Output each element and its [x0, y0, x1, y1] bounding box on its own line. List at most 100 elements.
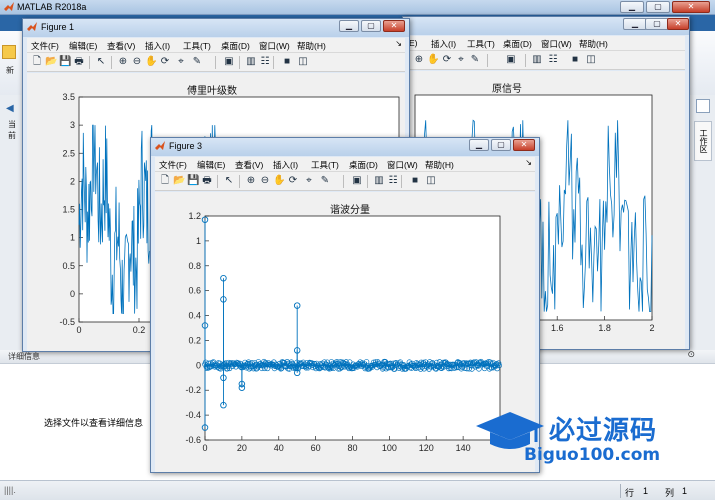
fig3-menu-item[interactable]: 桌面(D) — [349, 159, 378, 171]
fig2-close-button[interactable]: ✕ — [667, 18, 689, 30]
link-icon[interactable]: ▣ — [351, 175, 363, 187]
figure-3-titlebar[interactable]: Figure 3 ▁ ▢ ✕ — [151, 138, 539, 156]
fig3-menu-item[interactable]: 编辑(E) — [197, 159, 225, 171]
workspace-tab[interactable]: 工作区 — [694, 121, 712, 161]
data-cursor-icon[interactable]: ⌖ — [303, 175, 315, 187]
zoom-in-icon[interactable]: ⊕ — [413, 54, 425, 66]
fig1-menu-item[interactable]: 查看(V) — [107, 40, 135, 52]
open-icon[interactable]: 📂 — [173, 175, 185, 187]
fig2-maximize-button[interactable]: ▢ — [645, 18, 669, 30]
figure-1-titlebar[interactable]: Figure 1 ▁ ▢ ✕ — [23, 19, 409, 37]
zoom-in-icon[interactable]: ⊕ — [117, 56, 129, 68]
legend-icon[interactable]: ☷ — [387, 175, 399, 187]
pan-icon[interactable]: ✋ — [427, 54, 439, 66]
brush-icon[interactable]: ✎ — [469, 54, 481, 66]
menu-expand-icon[interactable]: ↘ — [525, 158, 532, 167]
new-figure-icon[interactable]: 🗋 — [159, 175, 171, 187]
fig2-menu-help[interactable]: 帮助(H) — [579, 38, 608, 50]
save-icon[interactable]: 💾 — [59, 56, 71, 68]
legend-icon[interactable]: ☷ — [259, 56, 271, 68]
fig3-close-button[interactable]: ✕ — [513, 139, 535, 151]
figure-3-axes-box — [204, 215, 501, 441]
fig2-minimize-button[interactable]: ▁ — [623, 18, 647, 30]
watermark: 必过源码 Biguo100.com — [472, 400, 682, 480]
legend-icon[interactable]: ☷ — [547, 54, 559, 66]
y-tick-label: -0.4 — [185, 410, 201, 420]
toolbar-separator — [343, 175, 344, 188]
fig3-menu-item[interactable]: 文件(F) — [159, 159, 187, 171]
fig2-menu-tools[interactable]: 工具(T) — [467, 38, 495, 50]
colorbar-icon[interactable]: ▥ — [245, 56, 257, 68]
fig2-menu-desktop[interactable]: 桌面(D) — [503, 38, 532, 50]
zoom-in-icon[interactable]: ⊕ — [245, 175, 257, 187]
hide-plot-tools-icon[interactable]: ■ — [409, 175, 421, 187]
link-icon[interactable]: ▣ — [223, 56, 235, 68]
x-tick-label: 0.2 — [133, 325, 146, 335]
fig3-menu-item[interactable]: 工具(T) — [311, 159, 339, 171]
grip-icon[interactable]: ||||. — [4, 485, 16, 495]
fig3-maximize-button[interactable]: ▢ — [491, 139, 511, 151]
status-col-label: 列 — [665, 488, 675, 498]
fig1-menu-item[interactable]: 文件(F) — [31, 40, 59, 52]
fig1-close-button[interactable]: ✕ — [383, 20, 405, 32]
fig1-menu-item[interactable]: 工具(T) — [183, 40, 211, 52]
fig3-menu-item[interactable]: 查看(V) — [235, 159, 263, 171]
back-arrow-icon[interactable]: ◀ — [6, 103, 14, 114]
new-figure-icon[interactable]: 🗋 — [31, 56, 43, 68]
matlab-close-button[interactable]: ✕ — [672, 1, 710, 13]
open-icon[interactable]: 📂 — [45, 56, 57, 68]
panel-toggle-icon[interactable] — [696, 99, 710, 113]
left-panel-strip: ◀ 当前 — [0, 95, 24, 350]
zoom-out-icon[interactable]: ⊖ — [131, 56, 143, 68]
fig3-menu-item[interactable]: 帮助(H) — [425, 159, 454, 171]
hide-plot-tools-icon[interactable]: ■ — [569, 54, 581, 66]
fig1-minimize-button[interactable]: ▁ — [339, 20, 359, 32]
hide-plot-tools-icon[interactable]: ■ — [281, 56, 293, 68]
brush-icon[interactable]: ✎ — [191, 56, 203, 68]
figure-1-menubar: ↘ 文件(F) 编辑(E) 查看(V) 插入(I) 工具(T) 桌面(D) 窗口(W) 帮助(… — [27, 38, 405, 52]
fig1-menu-item[interactable]: 帮助(H) — [297, 40, 326, 52]
rotate-icon[interactable]: ⟳ — [159, 56, 171, 68]
y-tick-label: 2.5 — [62, 148, 75, 158]
link-icon[interactable]: ▣ — [505, 54, 517, 66]
figure-2-titlebar[interactable]: ▁ ▢ ✕ — [403, 17, 689, 35]
details-title: 详细信息 — [8, 352, 40, 361]
fig1-menu-item[interactable]: 插入(I) — [145, 40, 170, 52]
fig2-menu-insert-tail[interactable]: E) — [409, 38, 418, 48]
rotate-icon[interactable]: ⟳ — [287, 175, 299, 187]
fig1-menu-item[interactable]: 窗口(W) — [259, 40, 290, 52]
matlab-minimize-button[interactable]: ▁ — [620, 1, 644, 13]
fig3-menu-item[interactable]: 插入(I) — [273, 159, 298, 171]
pan-icon[interactable]: ✋ — [145, 56, 157, 68]
data-cursor-icon[interactable]: ⌖ — [455, 54, 467, 66]
chevron-down-icon[interactable]: ⊙ — [687, 349, 695, 360]
zoom-out-icon[interactable]: ⊖ — [259, 175, 271, 187]
y-tick-label: -0.6 — [185, 435, 201, 445]
fig1-maximize-button[interactable]: ▢ — [361, 20, 381, 32]
print-icon[interactable]: 🖶 — [201, 175, 213, 187]
fig2-menu-insert[interactable]: 插入(I) — [431, 38, 456, 50]
show-plot-tools-icon[interactable]: ◫ — [297, 56, 309, 68]
print-icon[interactable]: 🖶 — [73, 56, 85, 68]
new-script-icon[interactable] — [2, 45, 16, 59]
colorbar-icon[interactable]: ▥ — [373, 175, 385, 187]
rotate-icon[interactable]: ⟳ — [441, 54, 453, 66]
fig3-menu-item[interactable]: 窗口(W) — [387, 159, 418, 171]
show-plot-tools-icon[interactable]: ◫ — [425, 175, 437, 187]
menu-expand-icon[interactable]: ↘ — [395, 39, 402, 48]
fig1-menu-item[interactable]: 桌面(D) — [221, 40, 250, 52]
show-plot-tools-icon[interactable]: ◫ — [585, 54, 597, 66]
x-tick-label: 1.6 — [551, 323, 564, 333]
pointer-icon[interactable]: ↖ — [223, 175, 235, 187]
pointer-icon[interactable]: ↖ — [95, 56, 107, 68]
fig1-menu-item[interactable]: 编辑(E) — [69, 40, 97, 52]
fig3-minimize-button[interactable]: ▁ — [469, 139, 489, 151]
matlab-maximize-button[interactable]: ▢ — [646, 1, 670, 13]
brush-icon[interactable]: ✎ — [319, 175, 331, 187]
save-icon[interactable]: 💾 — [187, 175, 199, 187]
colorbar-icon[interactable]: ▥ — [531, 54, 543, 66]
data-cursor-icon[interactable]: ⌖ — [175, 56, 187, 68]
fig2-menu-window[interactable]: 窗口(W) — [541, 38, 572, 50]
pan-icon[interactable]: ✋ — [273, 175, 285, 187]
y-tick-label: 0 — [196, 360, 201, 370]
